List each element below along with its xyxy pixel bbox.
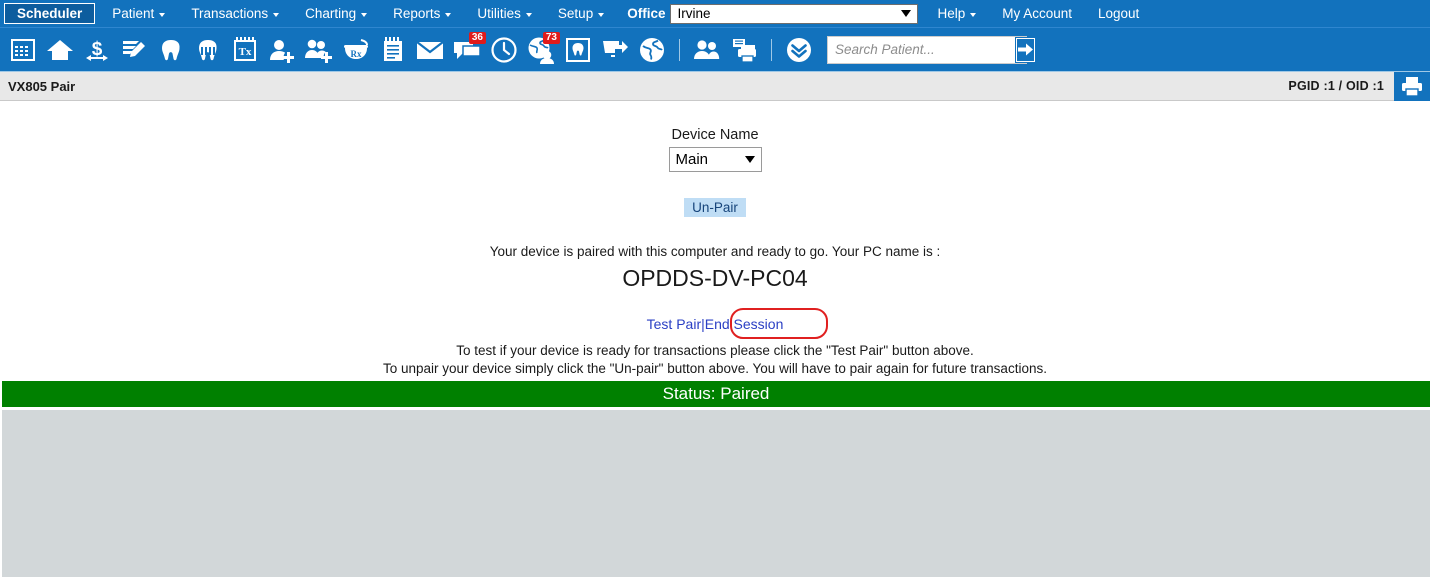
menu-item-label: Reports [393, 6, 441, 21]
end-session-link[interactable]: End Session [705, 316, 784, 332]
menu-item-label: Logout [1098, 6, 1140, 21]
menu-item-label: Help [937, 6, 966, 21]
treatment-plan-icon[interactable]: Tx [228, 33, 262, 67]
svg-text:Tx: Tx [239, 46, 252, 58]
tooth-perio-icon[interactable] [191, 33, 225, 67]
chevron-down-icon [970, 12, 977, 17]
menu-item-label: Transactions [191, 6, 269, 21]
chat-badge: 36 [468, 31, 486, 44]
menu-item-setup[interactable]: Setup [545, 3, 617, 24]
tooth-box-icon[interactable] [561, 33, 595, 67]
chevron-down-icon [445, 12, 452, 17]
bottom-empty-panel [2, 410, 1430, 577]
unpair-button[interactable]: Un-Pair [684, 198, 746, 217]
instruction-line-1: To test if your device is ready for tran… [456, 343, 974, 358]
chevron-down-icon [273, 12, 280, 17]
pc-name: OPDDS-DV-PC04 [622, 265, 808, 291]
go-arrow-icon [1018, 43, 1033, 56]
device-name-value: Main [675, 151, 709, 168]
globe-contact-badge: 73 [542, 31, 560, 44]
dollar-transfer-icon[interactable]: $ [80, 33, 114, 67]
menu-item-transactions[interactable]: Transactions [178, 3, 292, 24]
clock-icon[interactable] [487, 33, 521, 67]
menu-item-logout[interactable]: Logout [1085, 3, 1152, 24]
menu-item-label: My Account [1002, 6, 1073, 21]
menu-item-my-account[interactable]: My Account [989, 3, 1085, 24]
chevron-down-icon [744, 156, 755, 163]
print-copy-icon[interactable] [727, 33, 761, 67]
menu-item-utilities[interactable]: Utilities [464, 3, 545, 24]
menu-item-label: Patient [112, 6, 155, 21]
office-label: Office [627, 6, 666, 21]
test-pair-link[interactable]: Test Pair [647, 316, 701, 332]
menu-item-patient[interactable]: Patient [99, 3, 178, 24]
add-patient-icon[interactable] [265, 33, 299, 67]
toolbar-divider [679, 38, 680, 61]
status-bar-wrap: Status: Paired [0, 379, 1430, 407]
calendar-grid-icon[interactable] [6, 33, 40, 67]
search-go-button[interactable] [1015, 36, 1036, 63]
main-content: Device Name Main Un-Pair Your device is … [0, 101, 1430, 379]
menu-item-reports[interactable]: Reports [380, 3, 464, 24]
chevron-down-icon [361, 12, 368, 17]
pgid-oid-label: PGID :1 / OID :1 [1288, 79, 1384, 93]
double-chevron-down-icon[interactable] [782, 33, 816, 67]
menu-item-scheduler[interactable]: Scheduler [4, 3, 96, 24]
print-button[interactable] [1394, 71, 1430, 101]
icon-toolbar: $ Tx Rx 36 73 [0, 28, 1430, 72]
chevron-down-icon [598, 12, 605, 17]
instruction-line-2: To unpair your device simply click the "… [383, 361, 1047, 376]
chevron-down-icon [159, 12, 166, 17]
title-bar-right: PGID :1 / OID :1 [1288, 71, 1430, 101]
prescription-icon[interactable]: Rx [339, 33, 373, 67]
chat-messages-icon[interactable]: 36 [450, 31, 486, 67]
search-patient-box[interactable] [827, 35, 1036, 64]
menu-item-label: Scheduler [17, 6, 83, 21]
menu-item-label: Setup [557, 6, 594, 21]
device-name-label: Device Name [671, 127, 759, 143]
office-select-value: Irvine [677, 6, 711, 21]
globe-contact-icon[interactable]: 73 [524, 31, 560, 67]
envelope-mail-icon[interactable] [413, 33, 447, 67]
clipboard-notes-icon[interactable] [376, 33, 410, 67]
add-family-icon[interactable] [302, 33, 336, 67]
notes-edit-icon[interactable] [117, 33, 151, 67]
chevron-down-icon [901, 10, 912, 17]
svg-text:$: $ [92, 39, 103, 60]
action-links: Test Pair|End Session [647, 308, 828, 339]
toolbar-divider [771, 38, 772, 61]
globe-icon[interactable] [635, 33, 669, 67]
users-icon[interactable] [690, 33, 724, 67]
menu-item-label: Charting [305, 6, 357, 21]
paired-message: Your device is paired with this computer… [489, 244, 941, 259]
page-title-bar: VX805 Pair PGID :1 / OID :1 [0, 71, 1430, 101]
device-name-select[interactable]: Main [668, 147, 762, 172]
menu-item-help[interactable]: Help [924, 3, 989, 24]
status-badge: Status: Paired [2, 381, 1430, 407]
top-menu-bar: Scheduler Patient Transactions Charting … [0, 0, 1430, 28]
search-input[interactable] [828, 41, 1016, 58]
printer-icon [1402, 77, 1422, 97]
svg-text:Rx: Rx [351, 49, 362, 59]
office-select[interactable]: Irvine [670, 3, 919, 24]
screen-share-icon[interactable] [598, 33, 632, 67]
chevron-down-icon [525, 12, 532, 17]
menu-item-charting[interactable]: Charting [292, 3, 380, 24]
menu-item-label: Utilities [477, 6, 521, 21]
tooth-icon[interactable] [154, 33, 188, 67]
page-title: VX805 Pair [8, 78, 76, 94]
home-icon[interactable] [43, 33, 77, 67]
